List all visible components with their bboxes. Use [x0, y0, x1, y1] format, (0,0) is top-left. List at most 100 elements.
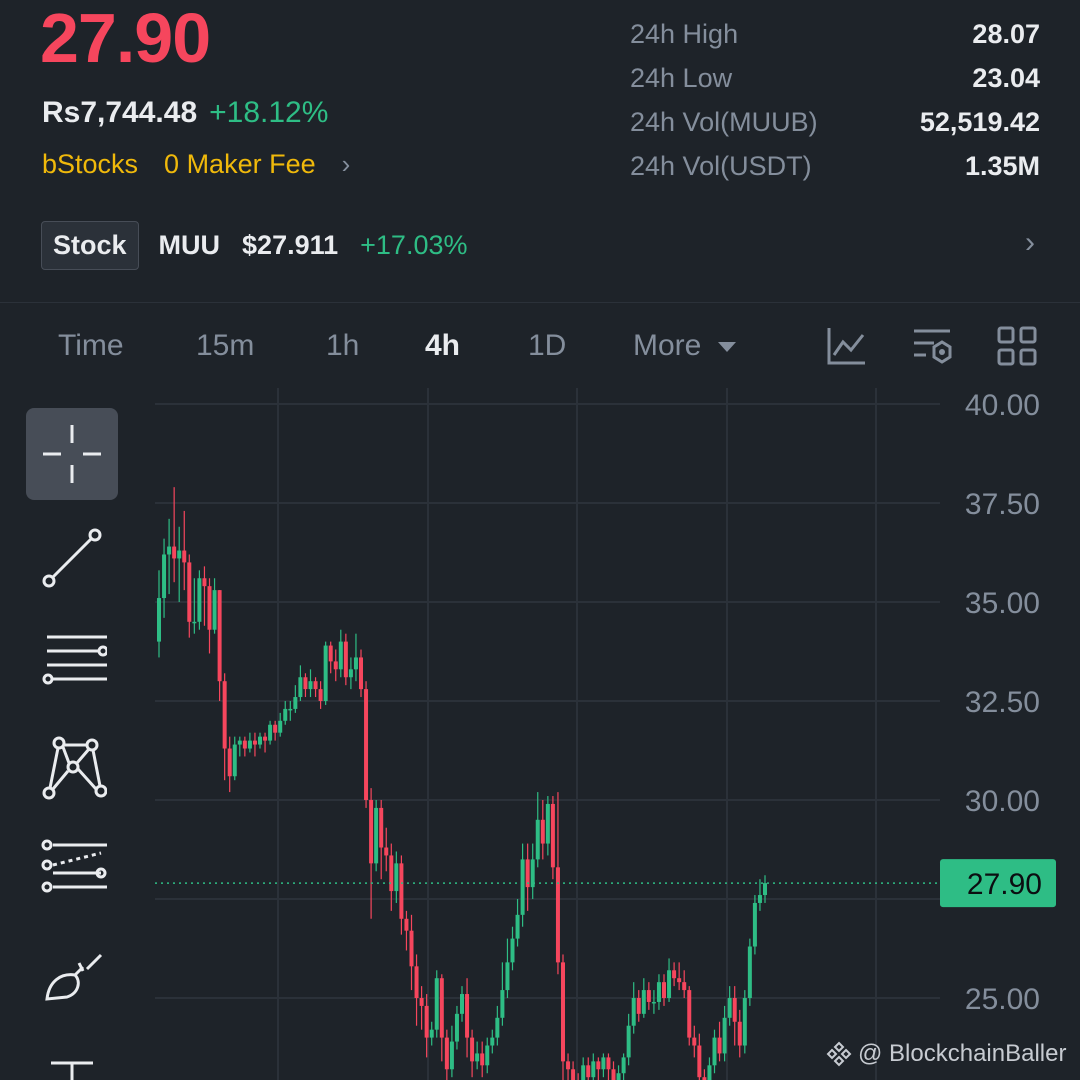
- y-tick-label: 32.50: [965, 686, 1040, 719]
- candle-body: [540, 819, 545, 844]
- candle-body: [424, 1005, 429, 1038]
- tab-more[interactable]: More: [633, 329, 738, 363]
- chevron-right-icon: ›: [1025, 226, 1035, 259]
- brush-tool[interactable]: [26, 928, 118, 1020]
- candle-body: [449, 1041, 454, 1070]
- y-tick-label: 40.00: [965, 389, 1040, 422]
- candle-body: [374, 807, 379, 864]
- candle-body: [677, 978, 682, 983]
- trend-line-icon: [42, 528, 102, 588]
- candle-body: [737, 1021, 742, 1046]
- candle-body: [505, 962, 510, 991]
- fib-lines-tool[interactable]: [26, 824, 118, 916]
- candle-body: [379, 807, 384, 848]
- stock-change: +17.03%: [360, 229, 468, 260]
- candle-body: [207, 586, 212, 630]
- candle-body: [328, 645, 333, 662]
- candle-body: [550, 803, 555, 868]
- candle-body: [414, 966, 419, 998]
- text-tool[interactable]: [26, 1028, 118, 1080]
- candle-body: [288, 708, 293, 711]
- horizontal-lines-tool[interactable]: [26, 616, 118, 708]
- stat-value: 52,519.42: [919, 106, 1040, 137]
- y-tick-label: 25.00: [965, 983, 1040, 1016]
- candle-body: [222, 681, 227, 749]
- candle-body: [187, 562, 192, 622]
- candle-body: [162, 554, 167, 599]
- chart-settings-icon[interactable]: [912, 325, 954, 367]
- candle-body: [555, 867, 560, 963]
- candle-body: [520, 859, 525, 915]
- candle-body: [460, 994, 464, 1014]
- candle-body: [273, 724, 278, 733]
- candle-body: [419, 998, 424, 1006]
- tab-1d[interactable]: 1D: [528, 329, 566, 363]
- candle-body: [561, 962, 565, 1062]
- candle-body: [485, 1045, 490, 1066]
- layout-grid-icon[interactable]: [996, 325, 1038, 367]
- candle-body: [727, 998, 732, 1018]
- candle-body: [601, 1057, 606, 1070]
- candle-body: [747, 946, 752, 998]
- stat-24h-vol-quote: 24h Vol(USDT) 1.35M: [630, 144, 1040, 188]
- candle-body: [545, 803, 550, 844]
- binance-logo-icon: [826, 1041, 852, 1067]
- candle-body: [242, 740, 247, 749]
- candle-body: [227, 748, 232, 777]
- candle-body: [298, 677, 303, 698]
- candle-body: [641, 990, 646, 1014]
- drawing-tools: [0, 388, 140, 1080]
- stat-label: 24h Vol(MUUB): [630, 106, 818, 137]
- candle-body: [434, 978, 439, 1030]
- crosshair-tool[interactable]: [26, 408, 118, 500]
- candle-body: [656, 982, 661, 1002]
- candle-body: [202, 578, 207, 587]
- trend-line-tool[interactable]: [26, 512, 118, 604]
- candle-body: [500, 990, 505, 1018]
- current-price-label: 27.90: [967, 868, 1042, 901]
- candle-body: [742, 998, 747, 1046]
- chart-indicator-icon[interactable]: [826, 325, 868, 367]
- candle-body: [359, 657, 363, 690]
- pattern-tool[interactable]: [26, 720, 118, 812]
- candle-body: [293, 697, 298, 709]
- stock-symbol: MUU: [158, 229, 221, 260]
- candle-body: [263, 736, 268, 741]
- candle-body: [343, 641, 348, 678]
- candle-body: [662, 982, 666, 998]
- candle-body: [732, 998, 737, 1022]
- stat-label: 24h High: [630, 18, 739, 49]
- candle-body: [515, 914, 520, 939]
- candle-body: [303, 677, 308, 690]
- candle-body: [626, 1025, 631, 1058]
- candle-body: [611, 1069, 616, 1080]
- candle-body: [596, 1061, 601, 1070]
- candle-body: [333, 661, 338, 670]
- candle-body: [268, 724, 273, 741]
- candle-body: [591, 1061, 596, 1078]
- candlestick-chart[interactable]: 40.00 37.50 35.00 32.50 30.00 25.00 27.90: [0, 388, 1080, 1080]
- stat-24h-vol-base: 24h Vol(MUUB) 52,519.42: [630, 100, 1040, 144]
- tab-more-label: More: [633, 329, 702, 362]
- candle-body: [571, 1069, 576, 1080]
- promo-banner[interactable]: bStocks 0 Maker Fee ›: [42, 149, 350, 180]
- fib-lines-icon: [41, 839, 107, 893]
- candle-body: [581, 1065, 586, 1080]
- tab-time[interactable]: Time: [58, 329, 124, 363]
- candle-body: [470, 1037, 475, 1062]
- candle-body: [197, 578, 202, 622]
- tab-4h[interactable]: 4h: [425, 329, 460, 363]
- tab-15m[interactable]: 15m: [196, 329, 254, 363]
- candle-body: [384, 847, 389, 856]
- underlying-stock-row[interactable]: Stock MUU $27.911 +17.03% ›: [41, 220, 1041, 270]
- candle-body: [621, 1057, 626, 1074]
- tab-1h[interactable]: 1h: [326, 329, 359, 363]
- candle-body: [409, 930, 414, 967]
- horizontal-lines-icon: [42, 635, 107, 685]
- candle-body: [278, 720, 283, 733]
- stat-24h-low: 24h Low 23.04: [630, 56, 1040, 100]
- watermark-text: @ BlockchainBaller: [858, 1040, 1067, 1067]
- candle-body: [429, 1029, 434, 1038]
- chevron-right-icon: ›: [341, 149, 351, 179]
- candle-body: [480, 1053, 485, 1066]
